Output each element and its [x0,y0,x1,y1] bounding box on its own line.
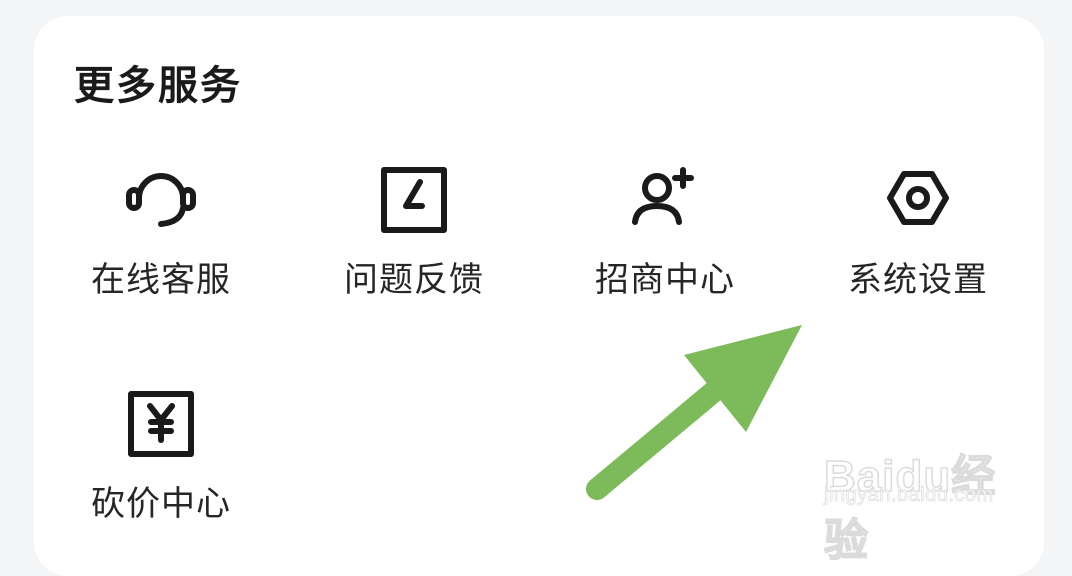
service-online-support[interactable]: 在线客服 [61,160,261,320]
service-label: 砍价中心 [91,484,231,524]
section-title: 更多服务 [74,63,242,109]
hex-nut-settings-icon [878,160,958,240]
service-system-settings[interactable]: 系统设置 [818,160,1018,320]
service-feedback[interactable]: 问题反馈 [314,160,514,320]
headset-icon [121,160,201,240]
service-bargain-center[interactable]: 砍价中心 [61,384,261,544]
service-label: 招商中心 [595,260,735,300]
service-label: 问题反馈 [344,260,484,300]
yen-document-icon [121,384,201,464]
feedback-icon [374,160,454,240]
add-user-icon [625,160,705,240]
service-merchant-center[interactable]: 招商中心 [565,160,765,320]
service-label: 系统设置 [848,260,988,300]
service-label: 在线客服 [91,260,231,300]
